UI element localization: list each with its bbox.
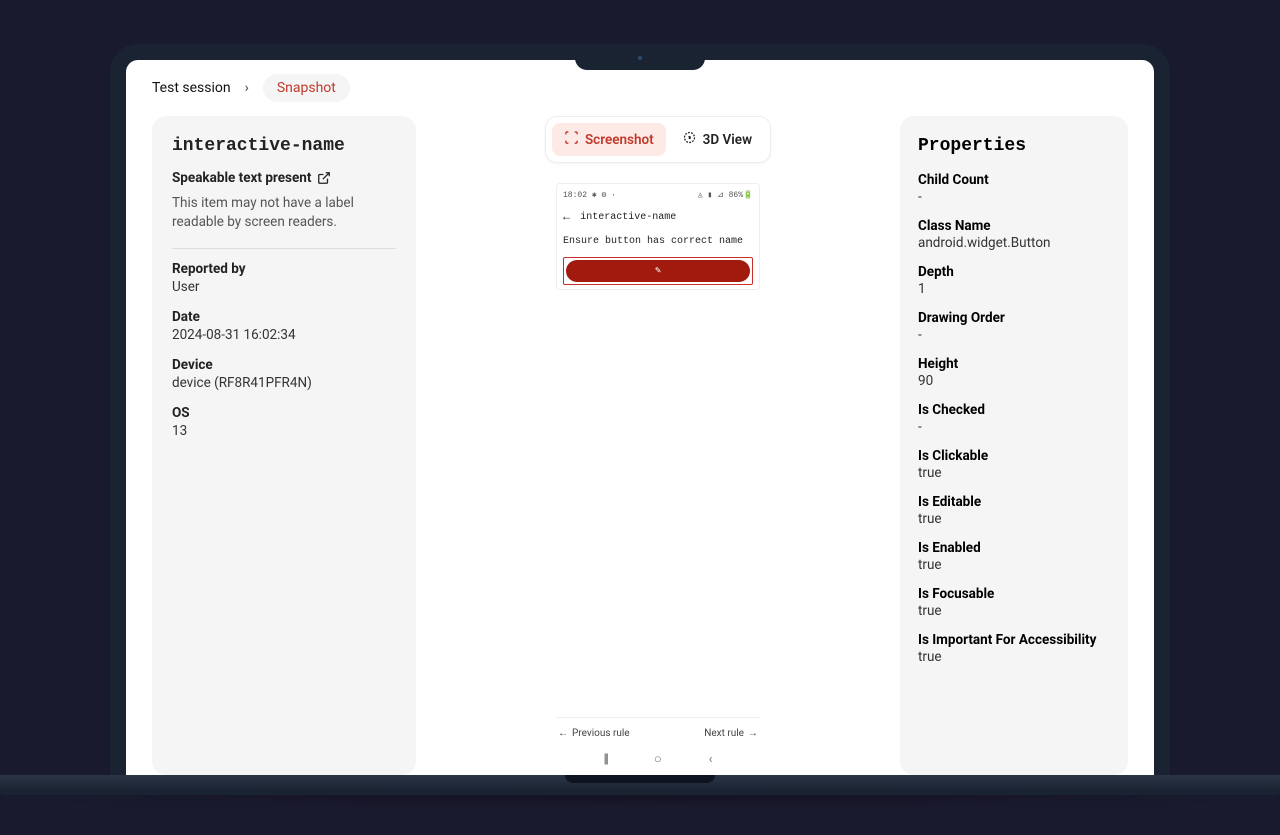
rule-title: interactive-name [172, 136, 396, 156]
field-value: device (RF8R41PFR4N) [172, 375, 396, 391]
prop-label: Child Count [918, 172, 1110, 188]
rule-pager: ← Previous rule Next rule → [556, 717, 760, 743]
tab-3d-view[interactable]: 3D View [670, 123, 764, 156]
details-panel: interactive-name Speakable text present … [152, 116, 416, 775]
prop-label: Is Clickable [918, 448, 1110, 464]
prop-is-focusable: Is Focusable true [918, 586, 1110, 619]
rule-description: This item may not have a label readable … [172, 194, 396, 232]
field-label: Date [172, 309, 396, 325]
signal-icons: ◬ ▮ ⊿ 86%🔋 [698, 190, 753, 200]
preview-column: Screenshot 3D View [440, 116, 876, 775]
cube-icon [682, 130, 697, 149]
properties-panel: Properties Child Count - Class Name andr… [900, 116, 1128, 775]
tab-screenshot[interactable]: Screenshot [552, 123, 666, 156]
divider [172, 248, 396, 249]
laptop-mockup: Test session › Snapshot interactive-name… [0, 0, 1280, 835]
android-nav-bar: ||| ○ ‹ [556, 743, 760, 775]
target-button[interactable]: ✎ [566, 260, 750, 282]
external-link-icon[interactable] [317, 171, 331, 185]
pager-label: Previous rule [572, 728, 630, 739]
recents-icon[interactable]: ||| [603, 752, 607, 767]
prop-class-name: Class Name android.widget.Button [918, 218, 1110, 251]
field-os: OS 13 [172, 405, 396, 439]
properties-title: Properties [918, 136, 1110, 156]
field-value: User [172, 279, 396, 295]
prop-value: true [918, 649, 1110, 665]
field-label: Device [172, 357, 396, 373]
highlighted-element[interactable]: ✎ [563, 257, 753, 285]
prop-value: true [918, 603, 1110, 619]
prop-label: Is Editable [918, 494, 1110, 510]
breadcrumb: Test session › Snapshot [152, 74, 1128, 102]
prop-is-clickable: Is Clickable true [918, 448, 1110, 481]
circle-icon[interactable]: ○ [654, 751, 662, 767]
prop-is-editable: Is Editable true [918, 494, 1110, 527]
prop-value: true [918, 465, 1110, 481]
field-label: Reported by [172, 261, 396, 277]
breadcrumb-test-session[interactable]: Test session [152, 80, 231, 96]
prop-label: Drawing Order [918, 310, 1110, 326]
pager-label: Next rule [704, 728, 744, 739]
next-rule-button[interactable]: Next rule → [704, 728, 758, 739]
prop-value: - [918, 419, 1110, 435]
field-device: Device device (RF8R41PFR4N) [172, 357, 396, 391]
prop-value: 90 [918, 373, 1110, 389]
prop-value: android.widget.Button [918, 235, 1110, 251]
prop-label: Is Enabled [918, 540, 1110, 556]
field-value: 2024-08-31 16:02:34 [172, 327, 396, 343]
prop-label: Is Checked [918, 402, 1110, 418]
chevron-right-icon: › [245, 80, 249, 96]
prop-height: Height 90 [918, 356, 1110, 389]
prop-label: Height [918, 356, 1110, 372]
field-label: OS [172, 405, 396, 421]
prop-is-checked: Is Checked - [918, 402, 1110, 435]
prop-label: Is Important For Accessibility [918, 632, 1110, 648]
prop-value: - [918, 327, 1110, 343]
prop-label: Class Name [918, 218, 1110, 234]
phone-screen-title: interactive-name [580, 212, 676, 223]
rule-subhead: Speakable text present [172, 170, 311, 186]
chevron-left-icon[interactable]: ‹ [709, 752, 713, 767]
prop-drawing-order: Drawing Order - [918, 310, 1110, 343]
prop-child-count: Child Count - [918, 172, 1110, 205]
laptop-base [0, 775, 1280, 795]
pencil-icon: ✎ [655, 265, 661, 277]
prop-is-important: Is Important For Accessibility true [918, 632, 1110, 665]
arrow-left-icon: ← [558, 728, 568, 739]
prop-value: true [918, 511, 1110, 527]
prop-value: 1 [918, 281, 1110, 297]
breadcrumb-current[interactable]: Snapshot [263, 74, 350, 102]
screen: Test session › Snapshot interactive-name… [126, 60, 1154, 775]
field-date: Date 2024-08-31 16:02:34 [172, 309, 396, 343]
prop-label: Is Focusable [918, 586, 1110, 602]
laptop-notch [575, 44, 705, 70]
phone-instruction: Ensure button has correct name [563, 234, 753, 257]
view-toggle: Screenshot 3D View [545, 116, 771, 163]
tab-label: Screenshot [585, 132, 654, 148]
prop-value: true [918, 557, 1110, 573]
field-value: 13 [172, 423, 396, 439]
prop-value: - [918, 189, 1110, 205]
laptop-bezel: Test session › Snapshot interactive-name… [110, 44, 1170, 775]
prop-is-enabled: Is Enabled true [918, 540, 1110, 573]
prop-depth: Depth 1 [918, 264, 1110, 297]
prop-label: Depth [918, 264, 1110, 280]
field-reported-by: Reported by User [172, 261, 396, 295]
previous-rule-button[interactable]: ← Previous rule [558, 728, 630, 739]
crop-icon [564, 130, 579, 149]
status-icons: ✱ ⚙ · [592, 191, 616, 200]
phone-screenshot: 18:02 ✱ ⚙ · ◬ ▮ ⊿ 86%🔋 ← interactive-nam… [556, 183, 760, 290]
back-arrow-icon[interactable]: ← [563, 210, 570, 224]
android-status-bar: 18:02 ✱ ⚙ · ◬ ▮ ⊿ 86%🔋 [563, 188, 753, 204]
arrow-right-icon: → [748, 728, 758, 739]
tab-label: 3D View [703, 132, 752, 148]
